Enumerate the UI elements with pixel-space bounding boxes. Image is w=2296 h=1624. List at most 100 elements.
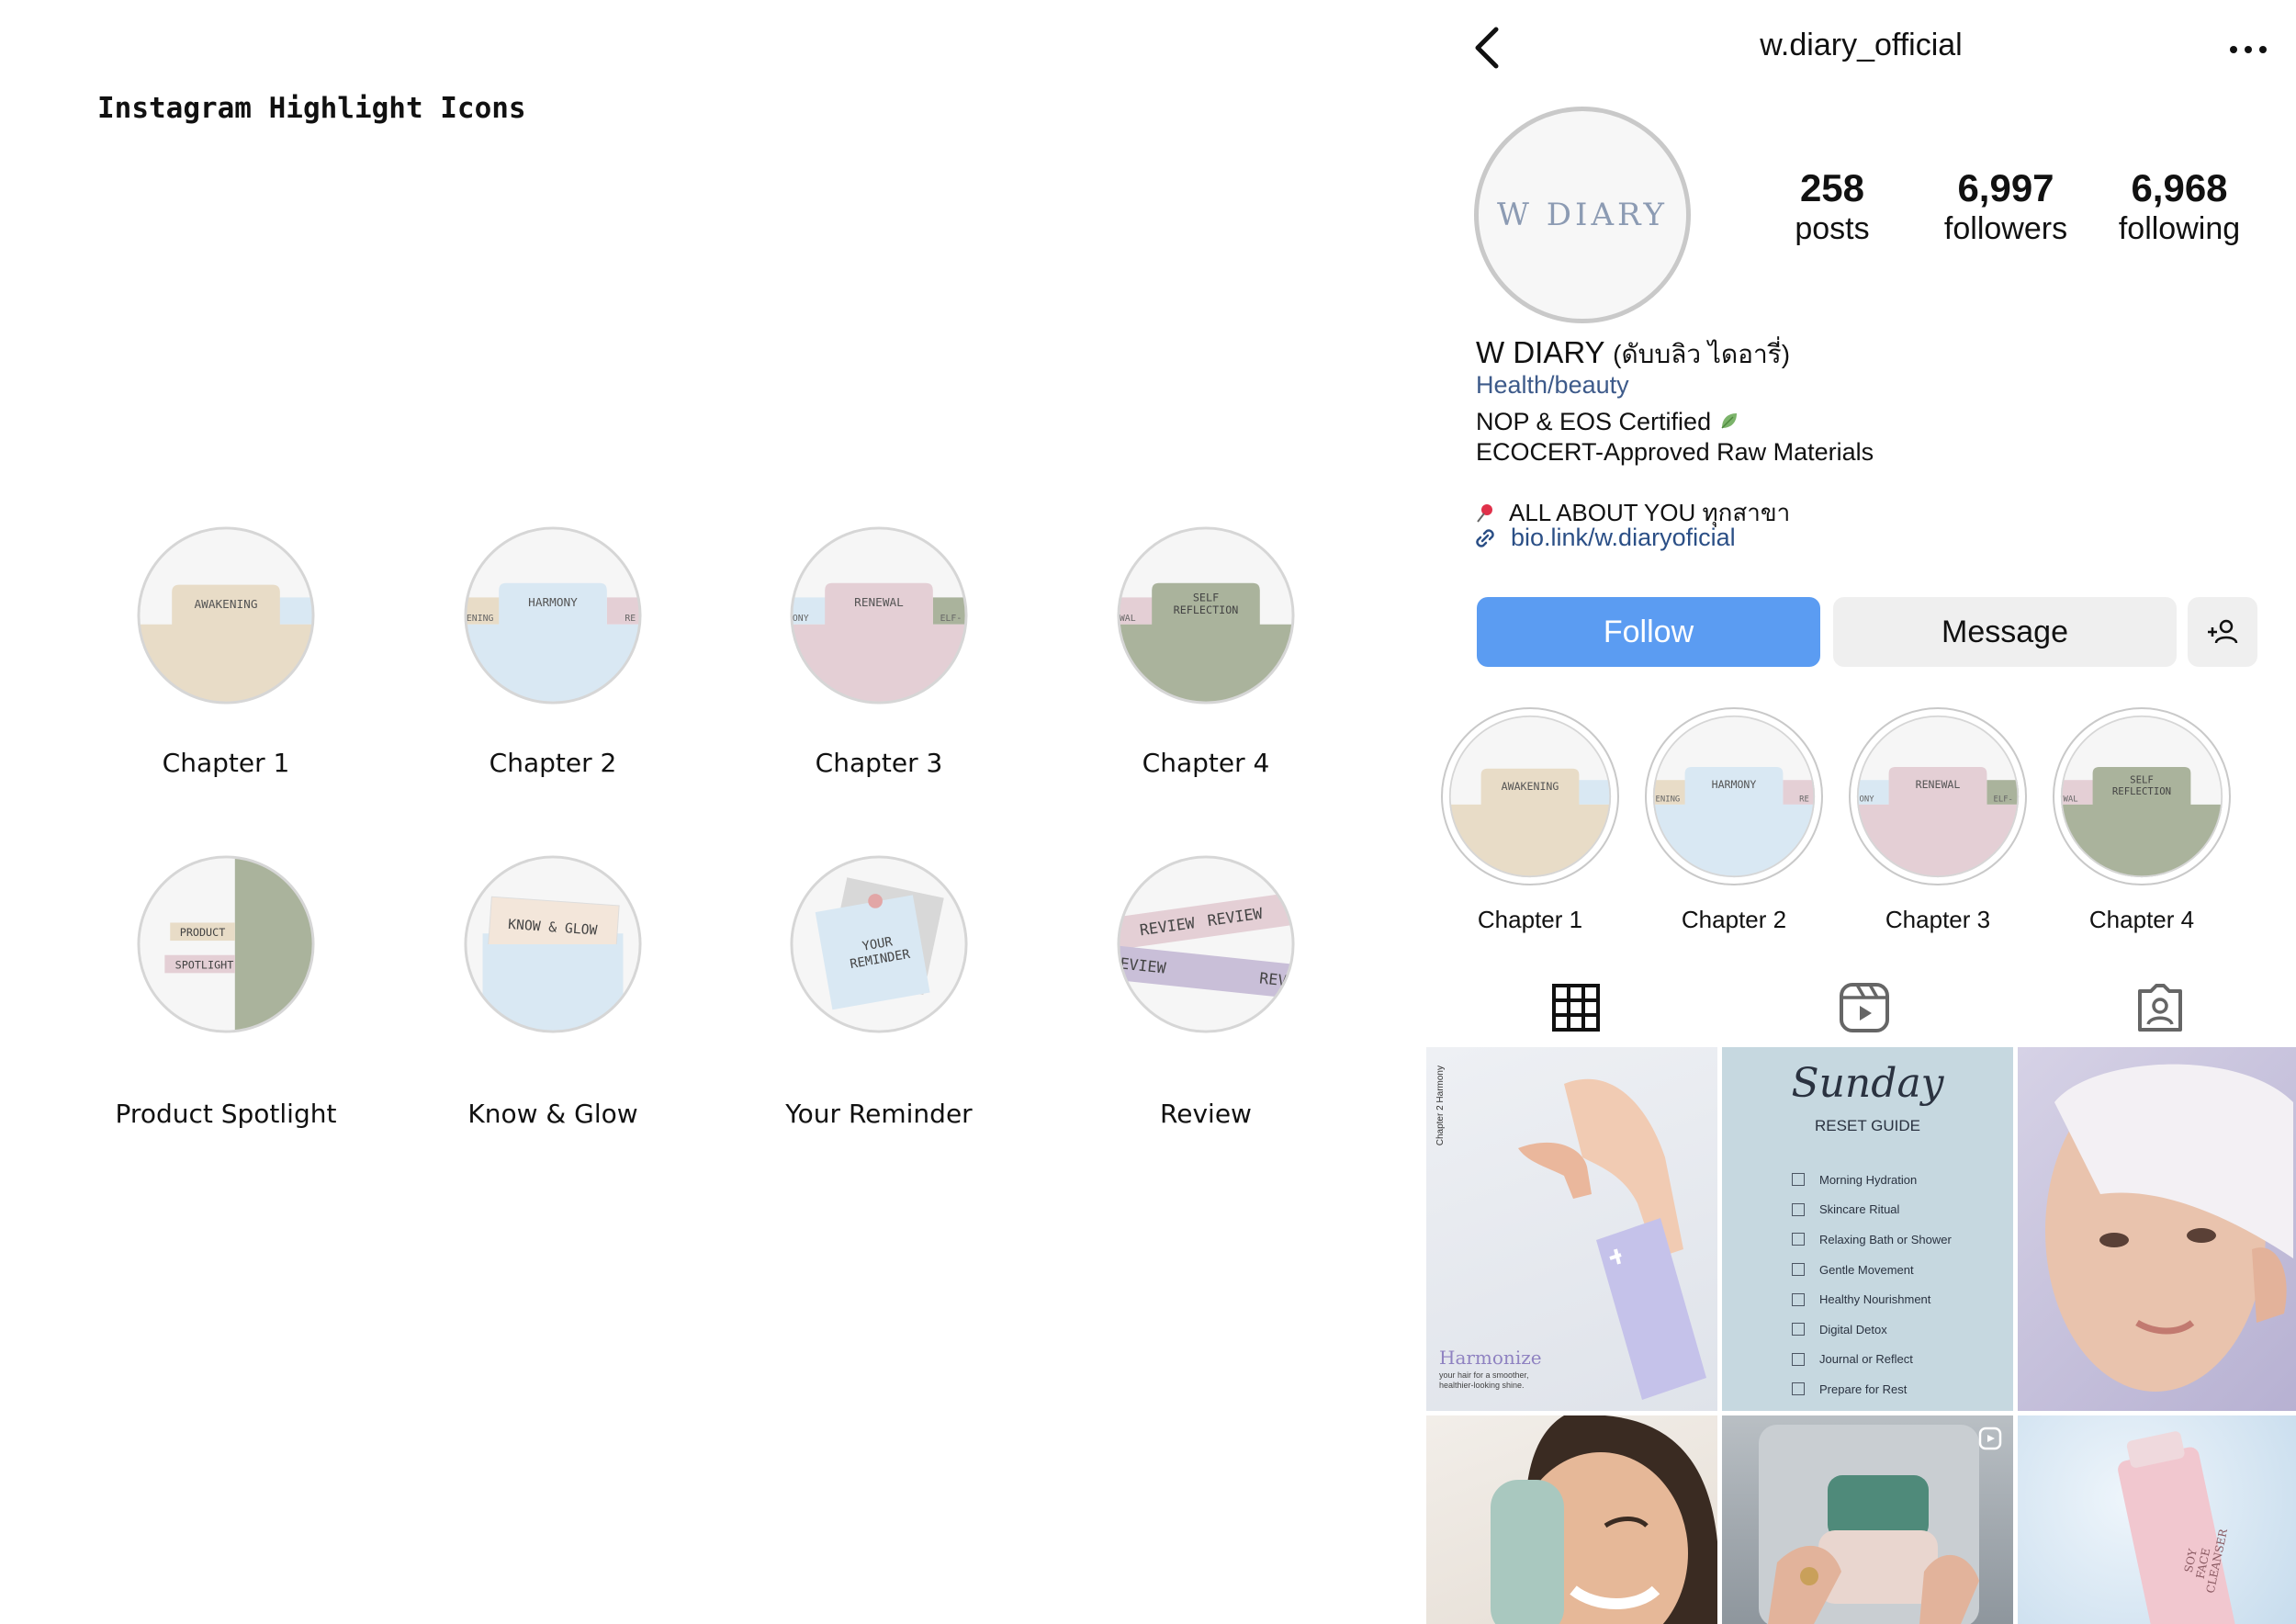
checklist-item: Healthy Nourishment [1792, 1284, 1952, 1314]
highlight-icon-know-glow: KNOW & GLOW [464, 855, 642, 1033]
checklist-item: Relaxing Bath or Shower [1792, 1224, 1952, 1255]
highlight-caption: Chapter 4 [1142, 748, 1270, 778]
post-tile[interactable]: SOY FACE CLEANSER [2018, 1415, 2296, 1624]
stat-label: posts [1795, 211, 1870, 246]
profile-tabs [1426, 972, 2296, 1045]
highlight-product-spotlight: PRODUCT SPOTLIGHT Product Spotlight [88, 854, 364, 1129]
post-tile[interactable]: Chapter 2 Harmony Harmonize your hair fo… [1426, 1047, 1717, 1411]
link-icon [1476, 528, 1494, 547]
left-tab-label: WAL [1120, 614, 1136, 624]
pin-icon [1477, 503, 1492, 523]
highlight-icon-review: REVIEW REVIEW REVIEW REV [1117, 855, 1295, 1033]
post-tile[interactable] [2018, 1047, 2296, 1411]
stat-number: 6,997 [1957, 166, 2054, 209]
highlight-icon-chapter-4: WAL SELF REFLECTION [1117, 526, 1295, 705]
checklist-item: Gentle Movement [1792, 1255, 1952, 1285]
left-tab-label: ENING [467, 614, 494, 624]
bio-line-1-text: NOP & EOS Certified [1476, 408, 1712, 435]
tab-reels[interactable] [1834, 977, 1895, 1038]
tab-label: REFLECTION [1174, 603, 1239, 616]
profile-highlight-chapter-2[interactable]: ENING RE HARMONY Chapter 2 [1642, 707, 1826, 934]
checkbox [1792, 1173, 1805, 1187]
checkbox [1792, 1263, 1805, 1277]
checkbox [1792, 1202, 1805, 1216]
highlight-caption: Chapter 2 [489, 748, 617, 778]
highlight-know-glow: KNOW & GLOW Know & Glow [415, 854, 691, 1129]
tab-label: AWAKENING [1502, 780, 1559, 793]
post-tile[interactable] [1722, 1415, 2013, 1624]
tab-posts[interactable] [1546, 977, 1606, 1038]
stat-label: followers [1943, 211, 2068, 246]
add-person-button[interactable] [2188, 597, 2257, 667]
bio-link-row[interactable]: bio.link/w.diaryoficial [1472, 524, 1736, 552]
tab-label: AWAKENING [194, 598, 257, 612]
stat-posts[interactable]: 258 posts [1740, 167, 1924, 248]
highlight-icon-product-spotlight: PRODUCT SPOTLIGHT [137, 855, 315, 1033]
highlight-caption: Chapter 1 [162, 748, 290, 778]
highlight-caption: Review [1160, 1099, 1252, 1129]
checklist-label: Journal or Reflect [1819, 1352, 1913, 1367]
leaf-icon [1721, 413, 1737, 429]
highlight-icon-chapter-2: ENING RE HARMONY [1652, 715, 1816, 878]
message-button[interactable]: Message [1833, 597, 2177, 667]
checklist-item: Prepare for Rest [1792, 1374, 1952, 1404]
label-spotlight: SPOTLIGHT [175, 958, 234, 971]
highlight-icon-chapter-1: AWAKENING [1448, 715, 1612, 878]
profile-highlight-chapter-4[interactable]: WAL SELF REFLECTION Chapter 4 [2050, 707, 2234, 934]
highlight-icon-chapter-3: ONY ELF- RENEWAL [790, 526, 968, 705]
highlight-icon-chapter-4: WAL SELF REFLECTION [2060, 715, 2223, 878]
checkbox [1792, 1323, 1805, 1336]
tab-label: HARMONY [528, 596, 578, 610]
tab-label: RENEWAL [1916, 778, 1961, 791]
highlight-caption: Chapter 2 [1681, 906, 1787, 933]
profile-highlight-chapter-3[interactable]: ONY ELF- RENEWAL Chapter 3 [1846, 707, 2030, 934]
highlight-ring: ONY ELF- RENEWAL [1849, 707, 2027, 885]
highlight-chapter-2: ENING RE HARMONY Chapter 2 [415, 525, 691, 778]
highlight-icon-your-reminder: YOUR REMINDER [790, 855, 968, 1033]
tab-label: SELF [2130, 774, 2154, 786]
stat-label: following [2118, 211, 2241, 246]
profile-name-thai: (ดับบลิว ไดอารี่) [1613, 340, 1791, 368]
avatar-logo-text: W DIARY [1497, 197, 1668, 233]
reels-icon [1978, 1427, 2002, 1450]
post-tile[interactable]: Sunday RESET GUIDE Morning Hydration Ski… [1722, 1047, 2013, 1411]
checklist-label: Digital Detox [1819, 1322, 1887, 1336]
tab-label: RENEWAL [854, 596, 904, 610]
jar-in-hands-image [1759, 1425, 1979, 1624]
highlight-your-reminder: YOUR REMINDER Your Reminder [741, 854, 1017, 1129]
checklist-label: Relaxing Bath or Shower [1819, 1232, 1952, 1246]
tab-label: SELF [1193, 591, 1219, 603]
checkbox [1792, 1382, 1805, 1396]
stat-followers[interactable]: 6,997 followers [1914, 167, 2098, 248]
right-tab-label: RE [625, 614, 636, 624]
checkbox [1792, 1352, 1805, 1366]
avatar[interactable]: W DIARY [1474, 107, 1691, 323]
left-tab-label: WAL [2064, 795, 2078, 804]
add-person-icon [2208, 619, 2238, 644]
post-subtitle-line: healthier-looking shine. [1439, 1381, 1525, 1390]
presentation-title: Instagram Highlight Icons [97, 92, 526, 125]
reels-icon [1840, 983, 1889, 1032]
post-tile[interactable] [1426, 1415, 1717, 1624]
profile-category[interactable]: Health/beauty [1476, 371, 1629, 400]
stat-following[interactable]: 6,968 following [2088, 167, 2271, 248]
more-horizontal-icon[interactable] [2226, 31, 2270, 68]
post-subtitle-line: your hair for a smoother, [1439, 1370, 1529, 1380]
profile-highlight-chapter-1[interactable]: AWAKENING Chapter 1 [1438, 707, 1622, 934]
bio-link-text[interactable]: bio.link/w.diaryoficial [1511, 524, 1736, 552]
checkbox [1792, 1292, 1805, 1306]
highlight-chapter-1: AWAKENING Chapter 1 [88, 525, 364, 778]
cleanser-tube-image [2118, 1431, 2238, 1624]
profile-name-text: W DIARY [1476, 335, 1604, 369]
instagram-profile-screen: w.diary_official W DIARY 258 posts 6,997… [1426, 0, 2296, 1624]
post-subtitle: your hair for a smoother, healthier-look… [1439, 1370, 1529, 1391]
follow-button[interactable]: Follow [1477, 597, 1820, 667]
checklist-item: Digital Detox [1792, 1314, 1952, 1345]
left-tab-label: ENING [1656, 795, 1681, 804]
tab-tagged[interactable] [2130, 977, 2190, 1038]
right-tab-label: ELF- [940, 614, 962, 624]
post-subtitle: RESET GUIDE [1815, 1117, 1920, 1134]
highlight-caption: Chapter 1 [1477, 906, 1583, 933]
post-title: Harmonize [1439, 1347, 1542, 1369]
highlight-icon-chapter-2: ENING RE HARMONY [464, 526, 642, 705]
